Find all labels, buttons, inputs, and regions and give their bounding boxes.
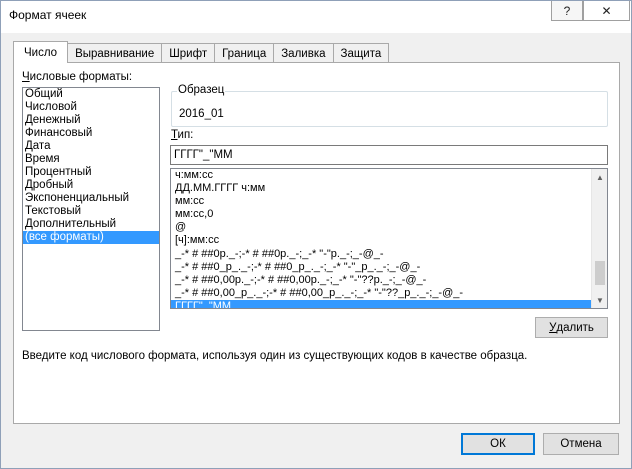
format-item[interactable]: мм:сс — [171, 195, 593, 208]
hint-text: Введите код числового формата, используя… — [22, 350, 528, 362]
type-label: Тип: — [171, 129, 194, 141]
type-input[interactable] — [170, 145, 608, 165]
format-item[interactable]: ДД.ММ.ГГГГ ч:мм — [171, 182, 593, 195]
help-button[interactable]: ? — [551, 1, 583, 21]
tab-border[interactable]: Граница — [215, 43, 275, 63]
category-item[interactable]: Время — [23, 153, 159, 166]
category-item[interactable]: Дополнительный — [23, 218, 159, 231]
close-icon: ✕ — [601, 3, 612, 18]
format-item[interactable]: _-* # ##0,00_р_._-;-* # ##0,00_р_._-;_-*… — [171, 287, 593, 300]
format-list-scrollbar[interactable]: ▲ ▼ — [591, 169, 607, 308]
cancel-button[interactable]: Отмена — [543, 433, 619, 455]
sample-group: Образец 2016_01 — [171, 84, 608, 127]
title-bar: Формат ячеек ? ✕ — [1, 1, 631, 33]
dialog-title: Формат ячеек — [9, 8, 87, 22]
delete-button[interactable]: Удалить — [535, 317, 608, 338]
tab-number[interactable]: Число — [13, 41, 69, 63]
category-item[interactable]: Дробный — [23, 179, 159, 192]
tab-font[interactable]: Шрифт — [162, 43, 216, 63]
scroll-up-arrow-icon[interactable]: ▲ — [592, 169, 607, 185]
format-item[interactable]: мм:сс,0 — [171, 208, 593, 221]
format-code-list[interactable]: ч:мм:сс ДД.ММ.ГГГГ ч:мм мм:сс мм:сс,0 @ … — [170, 168, 608, 309]
category-item[interactable]: Текстовый — [23, 205, 159, 218]
format-item[interactable]: @ — [171, 221, 593, 234]
format-item[interactable]: _-* # ##0р._-;-* # ##0р._-;_-* "-"р._-;_… — [171, 248, 593, 261]
help-icon: ? — [563, 3, 571, 18]
sample-value: 2016_01 — [179, 108, 224, 120]
category-item[interactable]: Процентный — [23, 166, 159, 179]
number-tab-panel: Числовые форматы: Общий Числовой Денежны… — [13, 62, 620, 424]
format-item[interactable]: _-* # ##0_р_._-;-* # ##0_р_._-;_-* "-"_р… — [171, 261, 593, 274]
format-item-selected[interactable]: ГГГГ"_"ММ — [171, 299, 593, 308]
category-item[interactable]: Денежный — [23, 114, 159, 127]
sample-label: Образец — [177, 84, 226, 96]
category-item[interactable]: Экспоненциальный — [23, 192, 159, 205]
format-item[interactable]: [ч]:мм:сс — [171, 234, 593, 247]
scroll-down-arrow-icon[interactable]: ▼ — [592, 292, 607, 308]
category-label: Числовые форматы: — [22, 71, 133, 83]
tab-protection[interactable]: Защита — [333, 43, 390, 63]
close-button[interactable]: ✕ — [583, 1, 630, 21]
category-item[interactable]: Общий — [23, 88, 159, 101]
category-item[interactable]: Финансовый — [23, 127, 159, 140]
category-list[interactable]: Общий Числовой Денежный Финансовый Дата … — [22, 87, 160, 331]
category-item-selected[interactable]: (все форматы) — [23, 231, 159, 244]
tab-fill[interactable]: Заливка — [274, 43, 334, 63]
ok-button[interactable]: ОК — [461, 433, 535, 455]
format-item[interactable]: _-* # ##0,00р._-;-* # ##0,00р._-;_-* "-"… — [171, 274, 593, 287]
category-item[interactable]: Числовой — [23, 101, 159, 114]
scroll-thumb[interactable] — [595, 261, 605, 285]
format-item[interactable]: ч:мм:сс — [171, 169, 593, 182]
tab-alignment[interactable]: Выравнивание — [68, 43, 163, 63]
format-cells-dialog: Формат ячеек ? ✕ Число Выравнивание Шриф… — [0, 0, 632, 469]
category-item[interactable]: Дата — [23, 140, 159, 153]
tab-strip: Число Выравнивание Шрифт Граница Заливка… — [13, 41, 390, 63]
